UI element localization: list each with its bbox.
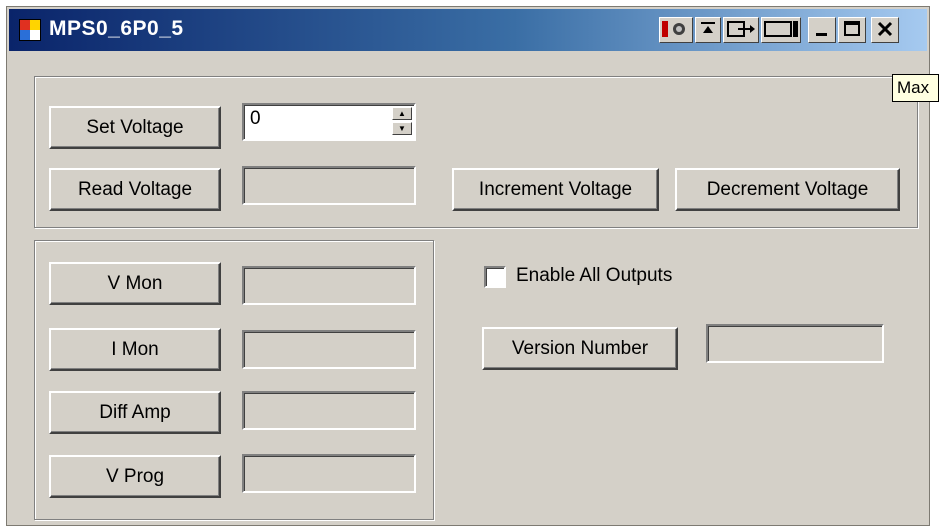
move-out-icon[interactable]	[723, 17, 759, 43]
rectangle-icon[interactable]	[761, 17, 801, 43]
enable-all-outputs-checkbox[interactable]	[484, 266, 506, 288]
spinner-up-icon[interactable]: ▲	[392, 107, 412, 120]
title-bar[interactable]: MPS0_6P0_5	[9, 9, 927, 51]
set-voltage-value[interactable]: 0	[250, 108, 261, 130]
close-icon[interactable]	[871, 17, 899, 43]
i-mon-button[interactable]: I Mon	[49, 328, 221, 371]
diff-amp-button[interactable]: Diff Amp	[49, 391, 221, 434]
enable-all-outputs-label[interactable]: Enable All Outputs	[516, 265, 672, 287]
window-title: MPS0_6P0_5	[49, 17, 184, 40]
increment-voltage-button[interactable]: Increment Voltage	[452, 168, 659, 211]
minimize-icon[interactable]	[808, 17, 836, 43]
v-mon-field	[242, 266, 416, 305]
tooltip: Max	[892, 74, 939, 102]
set-voltage-spinner[interactable]: 0 ▲ ▼	[242, 103, 416, 141]
app-window: MPS0_6P0_5 Set Voltage 0 ▲ ▼ Read Voltag…	[6, 6, 930, 526]
set-voltage-button[interactable]: Set Voltage	[49, 106, 221, 149]
diff-amp-field	[242, 391, 416, 430]
i-mon-field	[242, 330, 416, 369]
v-prog-button[interactable]: V Prog	[49, 455, 221, 498]
maximize-icon[interactable]	[838, 17, 866, 43]
version-number-button[interactable]: Version Number	[482, 327, 678, 370]
record-icon[interactable]	[659, 17, 693, 43]
pin-top-icon[interactable]	[695, 17, 721, 43]
read-voltage-button[interactable]: Read Voltage	[49, 168, 221, 211]
version-number-field	[706, 324, 884, 363]
spinner-down-icon[interactable]: ▼	[392, 122, 412, 135]
v-mon-button[interactable]: V Mon	[49, 262, 221, 305]
decrement-voltage-button[interactable]: Decrement Voltage	[675, 168, 900, 211]
v-prog-field	[242, 454, 416, 493]
app-icon	[19, 19, 41, 41]
spinner-buttons: ▲ ▼	[392, 107, 412, 137]
read-voltage-field	[242, 166, 416, 205]
